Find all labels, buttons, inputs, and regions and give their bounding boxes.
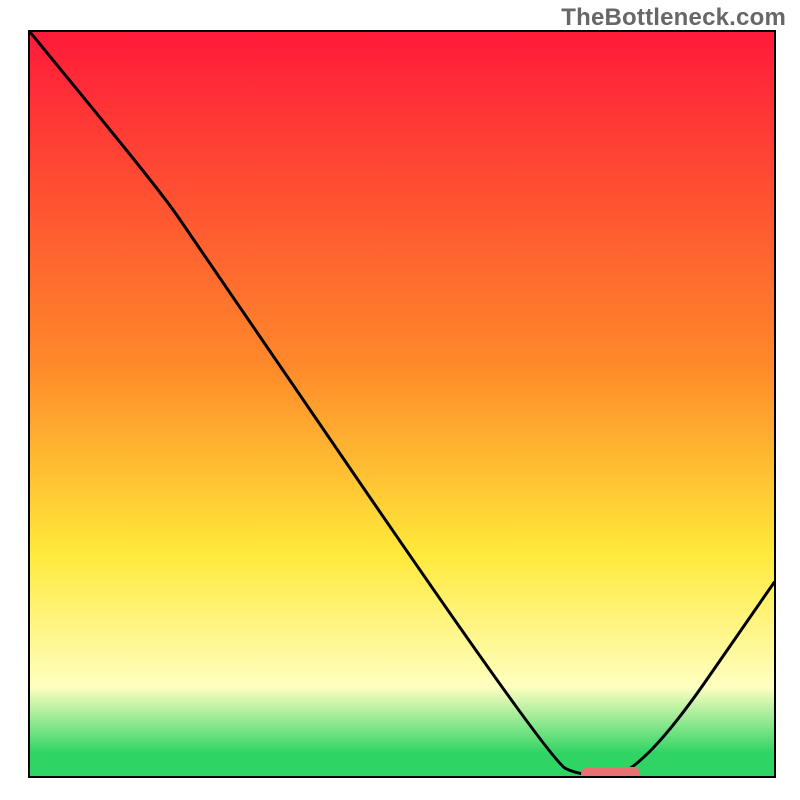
chart-stage: TheBottleneck.com — [0, 0, 800, 800]
bottleneck-curve — [30, 32, 774, 776]
plot-frame — [28, 30, 776, 778]
watermark-text: TheBottleneck.com — [561, 4, 786, 32]
optimal-range-thumb[interactable] — [581, 767, 641, 778]
curve-layer — [30, 32, 774, 776]
